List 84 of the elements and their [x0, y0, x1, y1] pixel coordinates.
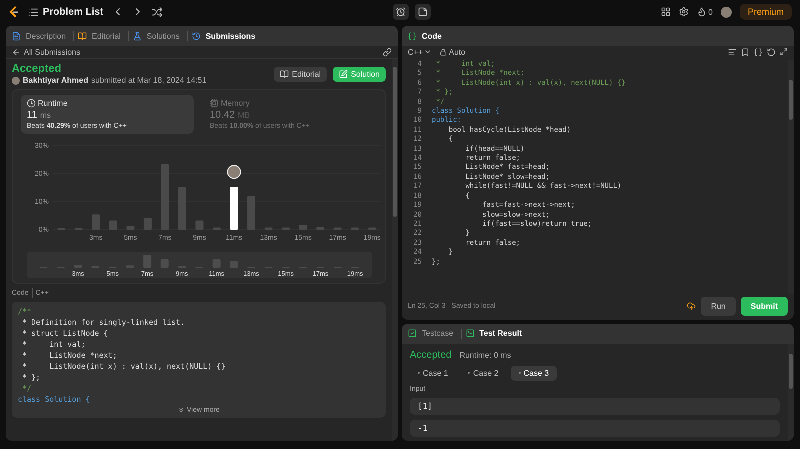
bar: [92, 214, 100, 230]
problem-list-link[interactable]: Problem List: [43, 6, 104, 18]
all-submissions-link[interactable]: All Submissions: [24, 48, 80, 56]
flask-icon: [132, 32, 142, 40]
input-value: [1]: [410, 398, 780, 415]
bar: [334, 228, 342, 230]
case-tab[interactable]: Case 3: [510, 366, 558, 381]
bar: [196, 220, 204, 230]
bar: [230, 187, 238, 230]
document-icon: [12, 32, 21, 40]
shuffle-icon: [152, 6, 163, 18]
premium-button[interactable]: Premium: [740, 4, 792, 20]
panel-tab[interactable]: Submissions: [202, 32, 259, 40]
bar: [316, 227, 325, 230]
braces-icon: [754, 48, 763, 56]
bar: [299, 224, 308, 230]
bar: [264, 228, 273, 230]
chevrons-down-icon: [178, 407, 186, 414]
language-select[interactable]: C++: [408, 48, 424, 56]
book-icon: [78, 32, 88, 40]
avatar-icon[interactable]: [720, 6, 732, 18]
back-arrow-icon: [12, 48, 21, 56]
lock-icon: [440, 48, 448, 56]
stat-value: 11: [27, 110, 38, 121]
bar: [144, 218, 152, 230]
result-status: Accepted: [410, 350, 452, 361]
terminal-icon: [466, 329, 475, 338]
edit-icon: [339, 70, 348, 78]
editorial-button[interactable]: Editorial: [274, 66, 328, 82]
avatar-icon: [227, 165, 242, 180]
note-icon[interactable]: [414, 4, 431, 20]
bar: [109, 220, 118, 230]
panel-tab[interactable]: Solutions: [144, 32, 183, 40]
bar: [368, 228, 376, 230]
format-icon: [728, 48, 737, 56]
flame-icon: [696, 7, 707, 17]
list-icon: [28, 6, 39, 18]
bar: [213, 228, 221, 230]
bar: [282, 228, 290, 230]
panel-tab[interactable]: Description: [23, 32, 70, 40]
link-icon: [383, 48, 392, 56]
settings-icon: [678, 7, 689, 17]
console-tab[interactable]: Test Result: [476, 329, 526, 338]
runtime-text: Runtime: 0 ms: [460, 350, 512, 360]
grid-icon: [660, 7, 671, 17]
bar: [178, 187, 186, 230]
logo-icon[interactable]: [8, 6, 20, 18]
submission-time: submitted at Mar 18, 2024 14:51: [92, 76, 207, 85]
clock-icon: [27, 99, 36, 108]
case-tab[interactable]: Case 1: [410, 366, 456, 381]
chevron-down-icon: [424, 48, 432, 56]
run-button[interactable]: Run: [701, 297, 736, 316]
scrollbar-thumb[interactable]: [393, 67, 397, 217]
console-tab[interactable]: Testcase: [419, 329, 457, 338]
bar: [126, 226, 135, 230]
alarm-clock-icon[interactable]: [392, 4, 409, 20]
stat-unit: ms: [40, 111, 52, 120]
range-selector[interactable]: [26, 252, 372, 278]
scrollbar-thumb[interactable]: [789, 354, 793, 389]
streak-count: 0: [708, 8, 713, 16]
mode-label: Auto: [449, 48, 466, 56]
code-tab[interactable]: Code: [419, 32, 445, 40]
expand-icon: [780, 48, 788, 56]
input-value: -1: [410, 420, 780, 437]
bar: [161, 164, 170, 230]
avatar-icon: [12, 76, 20, 84]
cloud-icon: [687, 302, 696, 312]
code-icon: [408, 32, 417, 40]
chip-icon: [210, 99, 219, 108]
stat-label: Memory: [221, 99, 250, 108]
case-tab[interactable]: Case 2: [460, 366, 507, 381]
book-icon: [280, 70, 290, 78]
panel-tab[interactable]: Editorial: [89, 32, 124, 40]
stat-label: Runtime: [38, 99, 68, 108]
scrollbar-thumb[interactable]: [789, 80, 793, 120]
bar: [351, 228, 360, 230]
stat-value: 10.42: [210, 110, 236, 121]
undo-icon: [767, 48, 776, 56]
submission-status: Accepted: [12, 63, 63, 75]
author-name[interactable]: Bakhtiyar Ahmed: [23, 76, 88, 85]
history-icon: [192, 32, 201, 40]
checkbox-icon: [408, 329, 417, 338]
bookmark-icon: [741, 48, 750, 56]
bar: [248, 196, 256, 230]
